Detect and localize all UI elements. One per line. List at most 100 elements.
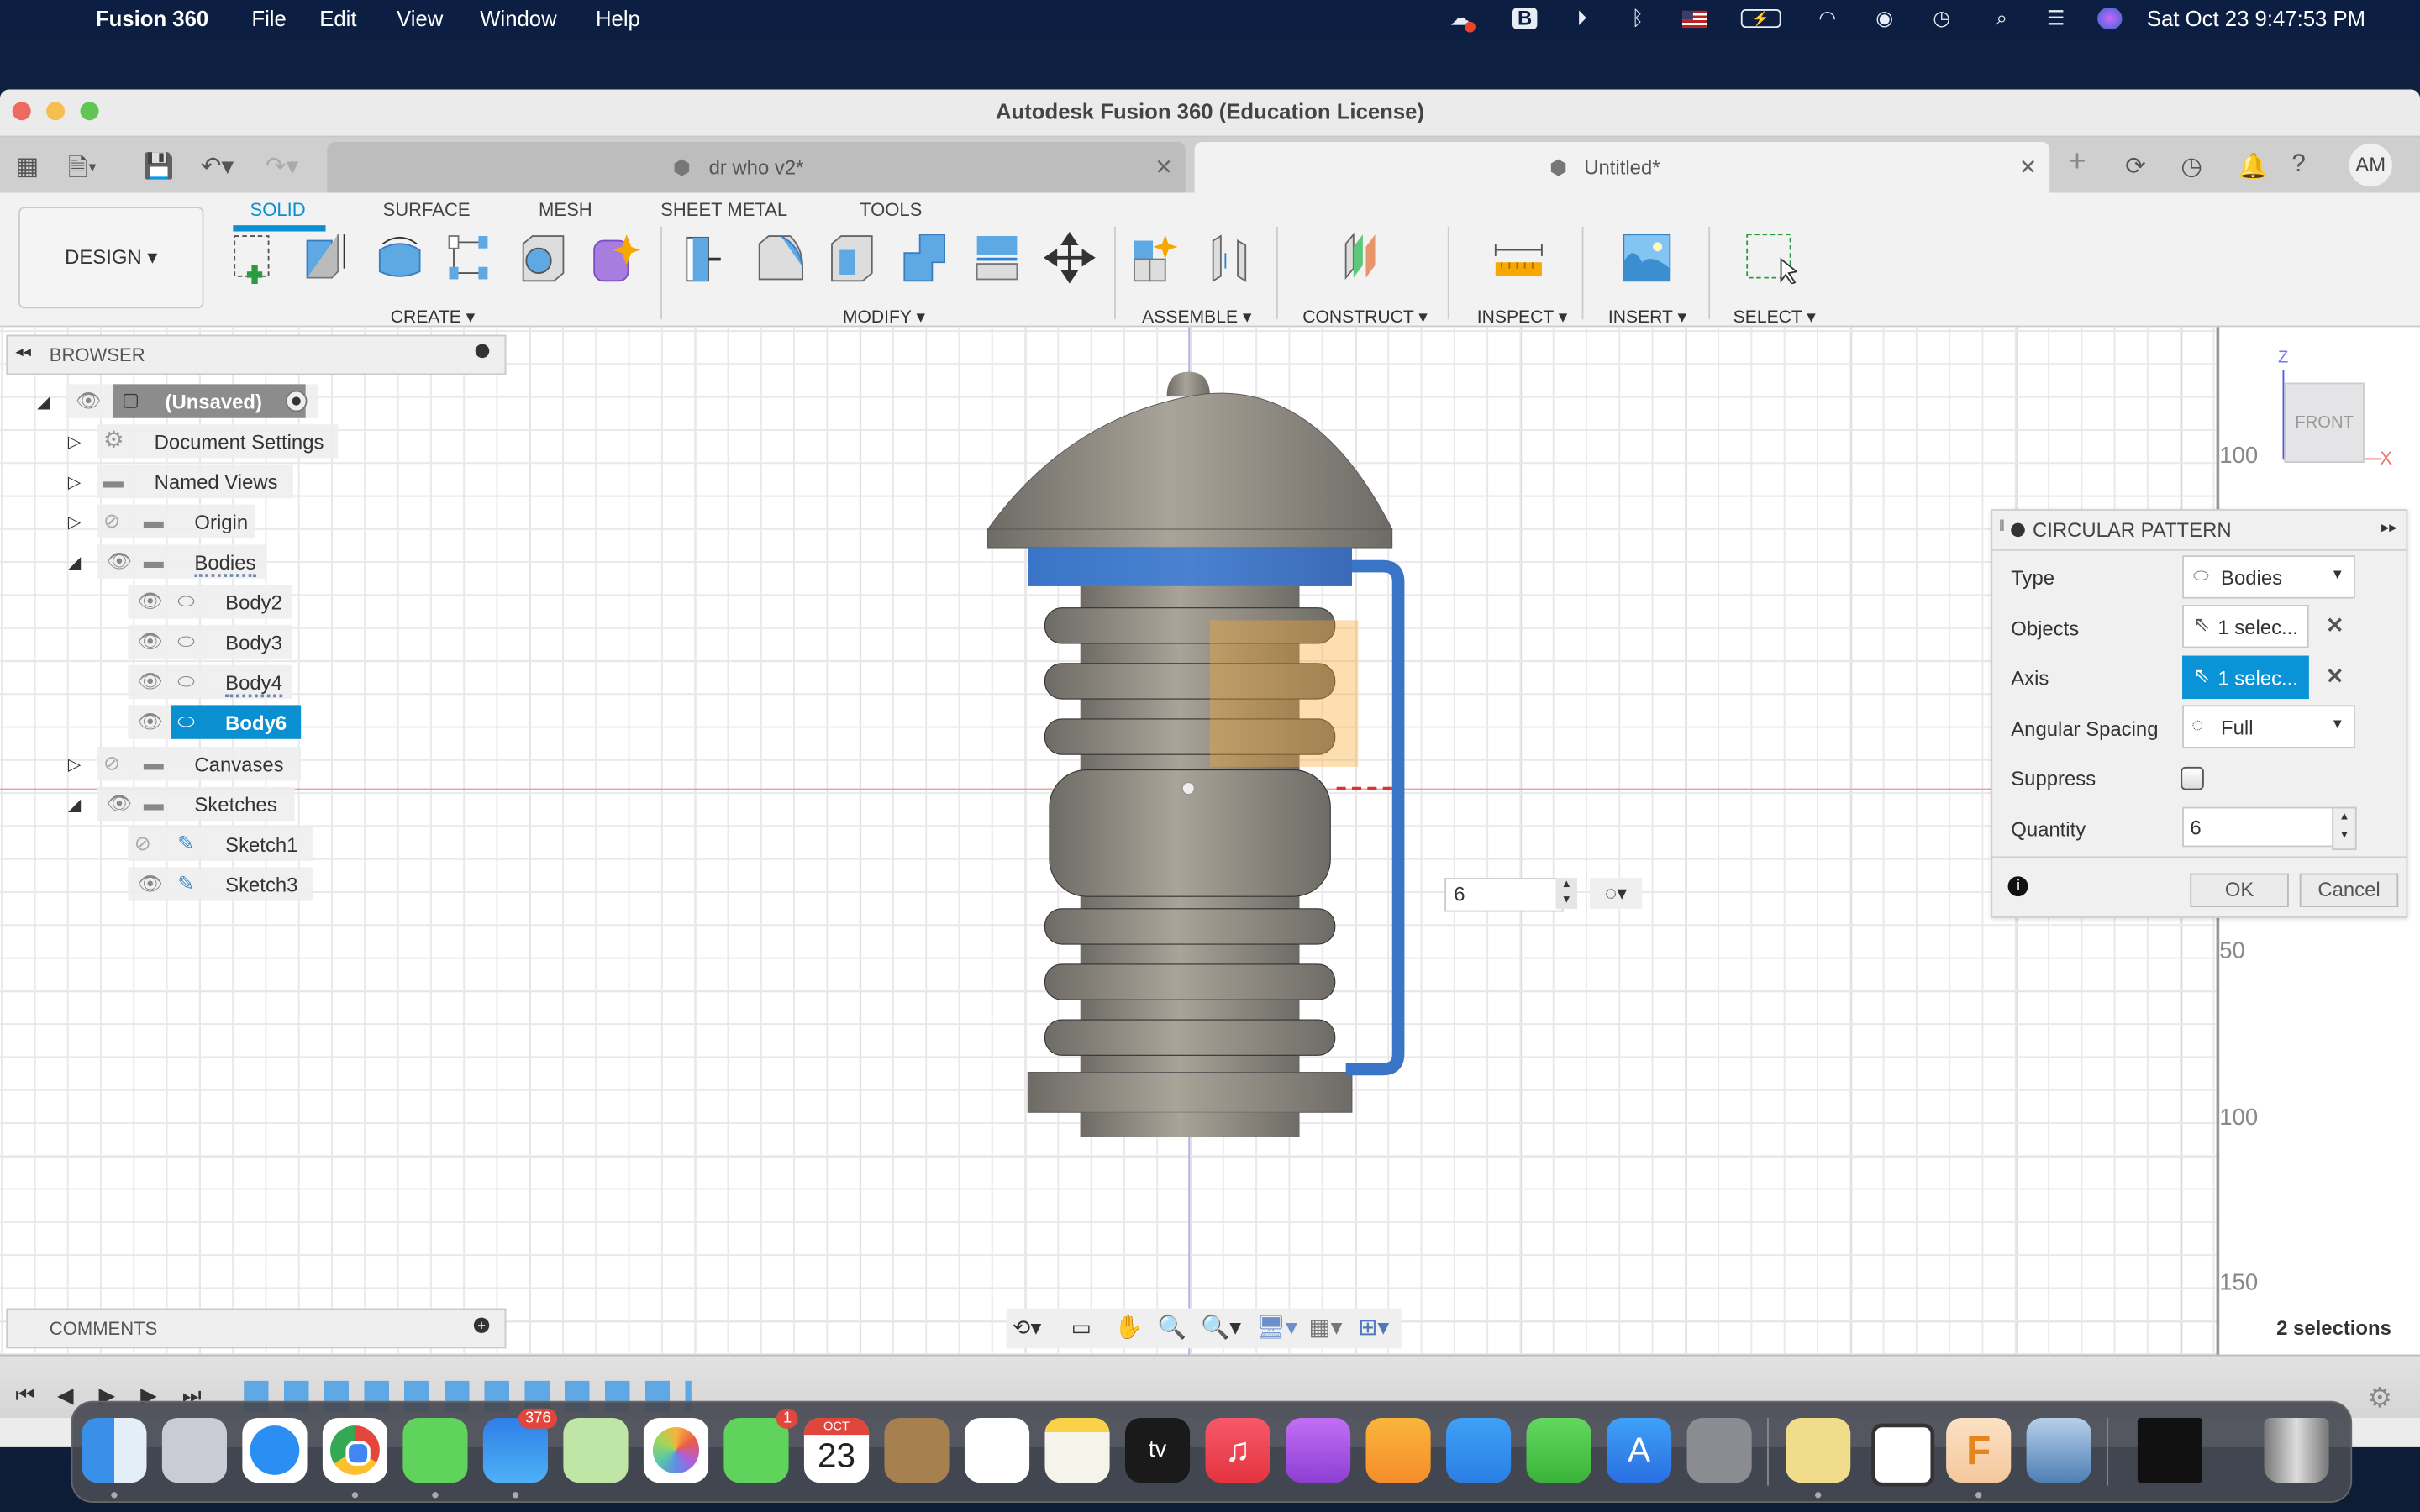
- redo-icon[interactable]: ↷▾: [266, 151, 298, 182]
- assemble-menu[interactable]: ASSEMBLE ▾: [1142, 306, 1251, 327]
- create-sketch-icon[interactable]: [229, 232, 281, 284]
- activate-component-radio[interactable]: [285, 390, 308, 412]
- viewcube-front-face[interactable]: FRONT: [2284, 382, 2365, 464]
- tab-solid[interactable]: SOLID: [250, 199, 306, 221]
- wifi-icon[interactable]: ◠: [1815, 7, 1839, 29]
- dock-music[interactable]: ♫: [1205, 1417, 1270, 1483]
- time-machine-icon[interactable]: ◷: [1929, 7, 1954, 29]
- step-back-icon[interactable]: ◀: [57, 1383, 74, 1409]
- dock-facetime[interactable]: 1: [723, 1408, 798, 1483]
- tree-item-body4[interactable]: 👁 ⬭ Body4: [128, 664, 292, 700]
- tree-item-body2[interactable]: 👁 ⬭ Body2: [128, 585, 292, 619]
- angular-spacing-dropdown-icon[interactable]: ◌▾: [1589, 878, 1643, 909]
- clear-objects-icon[interactable]: ✕: [2326, 612, 2344, 638]
- tree-item-body6[interactable]: 👁 ⬭ Body6: [128, 705, 302, 739]
- file-menu-icon[interactable]: 🗎▾: [68, 151, 97, 193]
- close-tab-icon[interactable]: ✕: [1155, 155, 1173, 181]
- revolve-icon[interactable]: [373, 232, 425, 284]
- tree-root[interactable]: 👁 ▢ (Unsaved): [66, 384, 318, 418]
- expand-arrow-icon[interactable]: ▷: [68, 472, 82, 492]
- pattern-icon[interactable]: [445, 232, 497, 284]
- user-icon[interactable]: ◉: [1872, 7, 1897, 29]
- dock-chrome[interactable]: [322, 1417, 388, 1483]
- viewports-icon[interactable]: ⊞▾: [1358, 1313, 1389, 1341]
- battery-charging-icon[interactable]: ⚡: [1740, 9, 1781, 29]
- user-avatar[interactable]: AM: [2349, 143, 2392, 187]
- visibility-eye-icon[interactable]: 👁: [137, 872, 162, 896]
- objects-selector[interactable]: ⇖ 1 selec...: [2182, 604, 2309, 648]
- dock-reminders[interactable]: [964, 1417, 1030, 1483]
- menu-help[interactable]: Help: [596, 6, 640, 30]
- combine-icon[interactable]: [898, 232, 950, 284]
- us-flag-input-icon[interactable]: [1682, 10, 1707, 29]
- measure-icon[interactable]: [1492, 232, 1544, 284]
- tree-item-document-settings[interactable]: ⚙ Document Settings: [97, 424, 339, 459]
- insert-canvas-icon[interactable]: [1621, 232, 1673, 284]
- bluetooth-icon[interactable]: ᛒ: [1625, 7, 1649, 29]
- fit-window-icon[interactable]: 🔍▾: [1201, 1313, 1241, 1341]
- visibility-eye-icon[interactable]: 👁: [137, 629, 162, 654]
- dock-finder[interactable]: [82, 1417, 147, 1483]
- hidden-eye-icon[interactable]: ⊘: [134, 832, 151, 856]
- create-menu[interactable]: CREATE ▾: [391, 306, 476, 327]
- modify-menu[interactable]: MODIFY ▾: [843, 306, 925, 327]
- drag-handle-icon[interactable]: ‖: [1999, 518, 2006, 535]
- shell-icon[interactable]: [826, 232, 878, 284]
- dock-fusion-360[interactable]: F: [1946, 1417, 2012, 1483]
- dock-calendar[interactable]: OCT 23: [803, 1417, 870, 1483]
- tree-item-origin[interactable]: ⊘ ▬ Origin: [97, 504, 255, 539]
- tree-item-body3[interactable]: 👁 ⬭ Body3: [128, 624, 292, 659]
- model-body[interactable]: [972, 365, 1435, 1137]
- tab-surface[interactable]: SURFACE: [383, 199, 471, 221]
- dock-podcasts[interactable]: [1285, 1417, 1351, 1483]
- inline-quantity-stepper[interactable]: ▲ ▼: [1555, 878, 1578, 909]
- menu-edit[interactable]: Edit: [319, 6, 356, 30]
- visibility-eye-icon[interactable]: 👁: [107, 791, 132, 816]
- tree-item-sketch3[interactable]: 👁 ✎ Sketch3: [128, 867, 313, 901]
- tree-item-sketches[interactable]: 👁 ▬ Sketches: [97, 786, 295, 822]
- tree-item-canvases[interactable]: ⊘ ▬ Canvases: [97, 746, 302, 781]
- cancel-button[interactable]: Cancel: [2299, 873, 2399, 907]
- inline-quantity-input[interactable]: 6: [1444, 878, 1564, 912]
- bbedit-icon[interactable]: B: [1512, 7, 1538, 29]
- dock-notes[interactable]: [1044, 1417, 1110, 1483]
- expand-dialog-icon[interactable]: ▸▸: [2381, 520, 2396, 537]
- tree-item-named-views[interactable]: ▬ Named Views: [97, 464, 293, 499]
- collapse-arrow-icon[interactable]: ◢: [68, 553, 82, 572]
- clear-axis-icon[interactable]: ✕: [2326, 664, 2344, 690]
- viewcube[interactable]: Z X FRONT: [2269, 349, 2392, 472]
- dock-recent-window[interactable]: [2137, 1417, 2203, 1483]
- undo-icon[interactable]: ↶▾: [201, 151, 234, 182]
- dock-trash[interactable]: [2264, 1417, 2329, 1483]
- app-menu[interactable]: Fusion 360: [96, 6, 208, 30]
- notifications-bell-icon[interactable]: 🔔: [2238, 151, 2269, 182]
- control-center-icon[interactable]: ☰: [2044, 7, 2068, 29]
- axis-selector[interactable]: ⇖ 1 selec...: [2182, 655, 2309, 700]
- split-body-icon[interactable]: [971, 232, 1023, 284]
- expand-arrow-icon[interactable]: ▷: [68, 754, 82, 774]
- insert-menu[interactable]: INSERT ▾: [1608, 306, 1686, 327]
- creative-cloud-icon[interactable]: ☁: [1448, 7, 1476, 33]
- move-copy-icon[interactable]: [1043, 231, 1096, 284]
- look-at-icon[interactable]: ▭: [1071, 1315, 1092, 1341]
- visibility-eye-icon[interactable]: 👁: [107, 549, 132, 574]
- quantity-input[interactable]: 6: [2182, 806, 2334, 848]
- spotlight-search-icon[interactable]: ⌕: [1990, 7, 2014, 29]
- dock-keynote[interactable]: [1446, 1417, 1512, 1483]
- visibility-eye-icon[interactable]: 👁: [76, 389, 101, 413]
- browser-options-icon[interactable]: [475, 344, 490, 359]
- expand-arrow-icon[interactable]: ▷: [68, 512, 82, 533]
- display-settings-icon[interactable]: 🖥▾: [1256, 1313, 1297, 1341]
- angular-spacing-dropdown[interactable]: ◌ Full ▼: [2182, 705, 2355, 748]
- dock-mail[interactable]: 376: [482, 1408, 558, 1483]
- dock-photos[interactable]: [643, 1417, 709, 1483]
- dock-app-store[interactable]: A: [1607, 1417, 1672, 1483]
- press-pull-icon[interactable]: [681, 232, 733, 284]
- new-component-icon[interactable]: [1131, 232, 1183, 284]
- visibility-eye-icon[interactable]: 👁: [137, 590, 162, 614]
- menu-window[interactable]: Window: [480, 6, 556, 30]
- zoom-icon[interactable]: 🔍: [1158, 1313, 1186, 1341]
- collapse-dialog-icon[interactable]: [2011, 522, 2025, 538]
- go-to-start-icon[interactable]: ⏮: [15, 1383, 34, 1409]
- orbit-icon[interactable]: ⟲▾: [1013, 1315, 1041, 1341]
